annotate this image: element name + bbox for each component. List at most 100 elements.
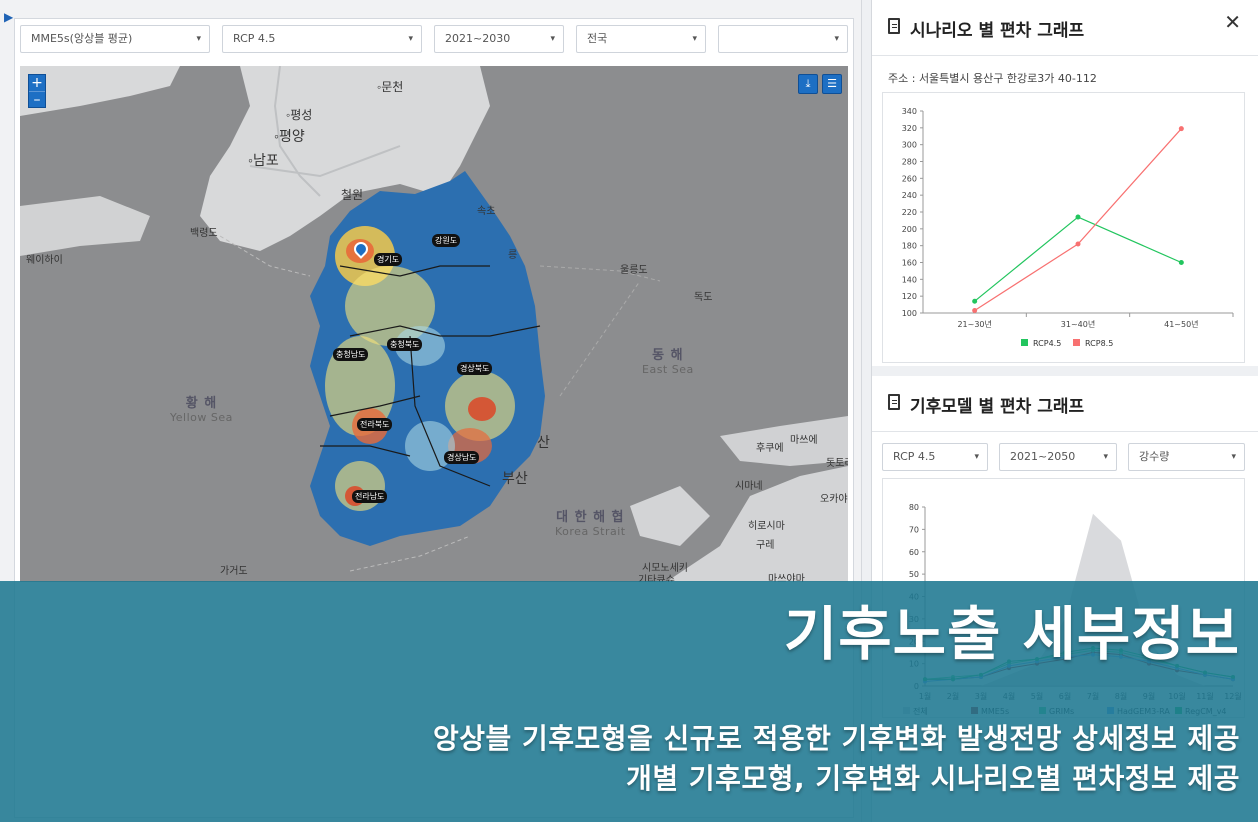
scenario-chart-canvas: 100 120 140 160 180 200 220 240 260 280 300 320 340 2…: [902, 107, 1234, 348]
city-label: 후쿠에: [756, 443, 784, 454]
y-tick-label: 340: [902, 107, 917, 116]
province-label: 경기도: [374, 253, 403, 266]
city-label: 산: [537, 434, 550, 450]
model-period-select[interactable]: 2021~2050 ▾: [999, 443, 1117, 471]
series-line: [974, 216, 1182, 302]
series-line: [974, 128, 1182, 311]
scenario-section-title: 시나리오 별 편차 그래프: [910, 21, 1085, 41]
city-label: 웨이하이: [26, 255, 63, 266]
province-label: 전라북도: [357, 418, 393, 431]
zoom-out-button[interactable]: –: [29, 91, 45, 108]
y-tick-label: 60: [909, 548, 919, 557]
zoom-in-button[interactable]: +: [29, 75, 45, 91]
sea-name-en: Yellow Sea: [170, 411, 233, 424]
data-point: [972, 307, 978, 313]
y-tick-label: 280: [902, 158, 917, 167]
model-select[interactable]: MME5s(앙상블 평균) ▾: [20, 25, 210, 53]
city-label: 철원: [341, 188, 364, 202]
region-select[interactable]: 전국 ▾: [576, 25, 706, 53]
close-icon[interactable]: ✕: [1224, 10, 1241, 34]
model-scenario-value: RCP 4.5: [893, 450, 936, 463]
map-view[interactable]: + – ⤓ ☰ ◦문천 ◦평성 ◦평양 ◦남포 철원 백령도 속초 릉 울릉도 독…: [20, 66, 848, 582]
city-label: 부산: [502, 470, 528, 486]
scenario-chart: 100 120 140 160 180 200 220 240 260 280 300 320 340 2…: [882, 92, 1245, 363]
list-icon[interactable]: ☰: [822, 74, 842, 94]
sea-label-yellow: 황 해 Yellow Sea: [170, 392, 233, 424]
city-label: 속초: [477, 206, 496, 217]
data-point: [1075, 214, 1081, 220]
city-label: 히로시마: [748, 521, 785, 532]
city-label: ◦문천: [377, 80, 404, 94]
city-label: ◦평성: [286, 108, 313, 122]
document-icon: [888, 394, 900, 410]
model-variable-select[interactable]: 강수량 ▾: [1128, 443, 1245, 471]
promo-banner: 기후노출 세부정보 앙상블 기후모형을 신규로 적용한 기후변화 발생전망 상세…: [0, 581, 1258, 822]
y-tick-label: 100: [902, 309, 917, 318]
sea-label-strait: 대 한 해 협 Korea Strait: [555, 506, 626, 538]
city-label: ◦평양: [274, 128, 305, 144]
model-select-value: MME5s(앙상블 평균): [31, 32, 133, 45]
y-tick-label: 70: [909, 525, 919, 534]
scenario-section-header: 시나리오 별 편차 그래프 ✕: [872, 0, 1258, 56]
x-tick-label: 41~50년: [1164, 319, 1198, 329]
y-tick-label: 300: [902, 141, 917, 150]
city-label: 돗토리: [826, 458, 848, 469]
province-label: 경상북도: [457, 362, 493, 375]
scenario-select-value: RCP 4.5: [233, 32, 276, 45]
y-tick-label: 160: [902, 259, 917, 268]
x-tick-label: 31~40년: [1061, 319, 1095, 329]
city-label: 릉: [508, 250, 518, 261]
chevron-down-icon: ▾: [834, 34, 839, 44]
banner-title: 기후노출 세부정보: [783, 600, 1240, 668]
data-point: [972, 298, 978, 304]
y-tick-label: 120: [902, 292, 917, 301]
document-icon: [888, 18, 900, 34]
chevron-down-icon: ▾: [550, 34, 555, 44]
region-select-value: 전국: [587, 32, 608, 45]
legend-label: RCP4.5: [1033, 339, 1061, 348]
model-variable-value: 강수량: [1139, 450, 1170, 463]
city-label: 오카야: [820, 494, 848, 505]
y-tick-label: 320: [902, 124, 917, 133]
province-label: 전라남도: [352, 490, 388, 503]
y-tick-label: 220: [902, 208, 917, 217]
sea-name: 대 한 해 협: [556, 510, 625, 525]
period-select[interactable]: 2021~2030 ▾: [434, 25, 564, 53]
y-tick-label: 80: [909, 503, 919, 512]
download-icon[interactable]: ⤓: [798, 74, 818, 94]
sea-name: 황 해: [185, 396, 218, 411]
model-scenario-select[interactable]: RCP 4.5 ▾: [882, 443, 988, 471]
legend-swatch: [1073, 339, 1080, 346]
city-label: 마쓰에: [790, 435, 818, 446]
city-label: 울릉도: [620, 265, 648, 276]
data-point: [1178, 126, 1184, 132]
legend-label: RCP8.5: [1085, 339, 1113, 348]
scenario-select[interactable]: RCP 4.5 ▾: [222, 25, 422, 53]
sea-name-en: East Sea: [642, 363, 694, 376]
sea-label-east: 동 해 East Sea: [642, 344, 694, 376]
city-label: ◦남포: [248, 152, 279, 168]
city-label: 시마네: [735, 481, 763, 492]
period-select-value: 2021~2030: [445, 32, 511, 45]
city-label: 백령도: [190, 228, 218, 239]
detail-select[interactable]: ▾: [718, 25, 848, 53]
y-tick-label: 180: [902, 242, 917, 251]
data-point: [1178, 260, 1184, 265]
city-label: 독도: [694, 292, 713, 303]
x-tick-label: 21~30년: [957, 319, 991, 329]
zoom-control: + –: [28, 74, 46, 108]
map-toolbar: ⤓ ☰: [794, 72, 842, 94]
banner-line-1: 앙상블 기후모형을 신규로 적용한 기후변화 발생전망 상세정보 제공: [432, 722, 1240, 755]
province-label: 충청북도: [387, 338, 423, 351]
model-section-header: 기후모델 별 편차 그래프: [872, 376, 1258, 432]
model-section-title: 기후모델 별 편차 그래프: [910, 397, 1085, 417]
sea-name: 동 해: [652, 348, 684, 363]
y-tick-label: 240: [902, 191, 917, 200]
model-period-value: 2021~2050: [1010, 450, 1076, 463]
province-label: 경상남도: [444, 451, 480, 464]
chevron-down-icon: ▾: [692, 34, 697, 44]
banner-line-2: 개별 기후모형, 기후변화 시나리오별 편차정보 제공: [626, 762, 1240, 795]
address-text: 주소 : 서울특별시 용산구 한강로3가 40-112: [888, 72, 1097, 85]
section-divider: [872, 366, 1258, 376]
chevron-down-icon: ▾: [408, 34, 413, 44]
